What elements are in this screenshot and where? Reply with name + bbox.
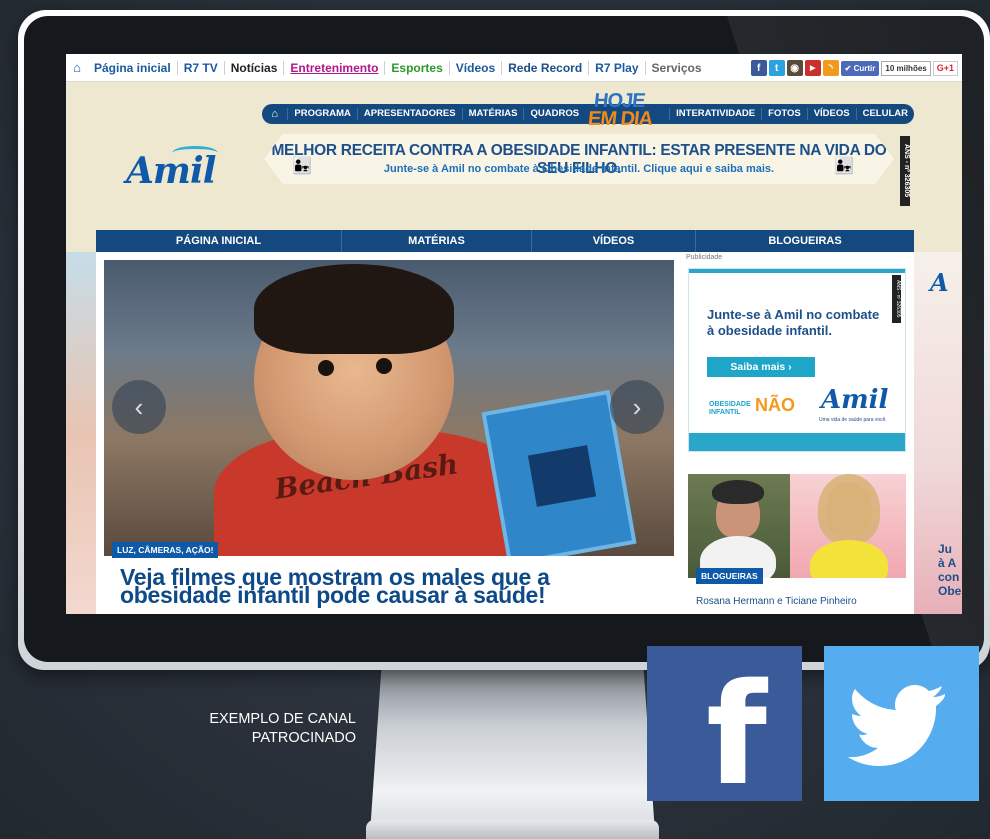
google-plus-button[interactable]: G+1 <box>932 60 958 76</box>
nav-videos[interactable]: Vídeos <box>450 60 503 75</box>
program-nav-item[interactable]: VÍDEOS <box>806 108 856 120</box>
facebook-icon[interactable]: f <box>750 60 767 76</box>
nav-entretenimento[interactable]: Entretenimento <box>284 60 386 75</box>
featured-headline[interactable]: Veja filmes que mostram os males que a o… <box>120 566 660 607</box>
right-edge-logo-fragment: A <box>930 268 949 297</box>
person-hair <box>818 474 880 544</box>
program-nav-item[interactable]: APRESENTADORES <box>356 108 462 120</box>
program-nav-item[interactable]: QUADROS <box>523 108 585 120</box>
twitter-icon[interactable]: t <box>768 60 785 76</box>
like-button[interactable]: ✔ Curtir <box>840 60 880 76</box>
bloggers-names[interactable]: Rosana Hermann e Ticiane Pinheiro <box>696 596 857 607</box>
ad-headline: Junte-se à Amil no combate à obesidade i… <box>707 307 880 338</box>
amil-logo-text: Amil <box>126 150 216 192</box>
amil-ad[interactable]: ANS - nº 326305 Junte-se à Amil no comba… <box>688 268 906 452</box>
slide-caption: EXEMPLO DE CANAL PATROCINADO <box>209 711 356 746</box>
social-links: f t ◉ ▶ ◝ ✔ Curtir 10 milhões G+1 <box>750 60 958 76</box>
nav-noticias[interactable]: Notícias <box>225 60 285 75</box>
program-nav-item[interactable]: INTERATIVIDADE <box>669 108 761 120</box>
program-nav-item[interactable]: FOTOS <box>761 108 807 120</box>
banner-subtext: Junte-se à Amil no combate à Obesidade I… <box>383 163 775 175</box>
monitor-stand-base <box>366 820 659 839</box>
logo-line-2: EM DIA <box>586 108 654 130</box>
nav-r7-play[interactable]: R7 Play <box>589 60 646 75</box>
family-icon: 👨‍👧 <box>834 158 854 175</box>
ad-nao: NÃO <box>755 395 795 415</box>
twitter-icon[interactable] <box>824 646 979 801</box>
amil-logo[interactable]: Amil <box>126 146 236 192</box>
like-button-label: Curtir <box>853 63 876 73</box>
ad-top-stripe <box>689 269 905 273</box>
right-edge-text-fragment: Ju à A con Obe <box>938 542 962 598</box>
nav-pagina-inicial[interactable]: Página inicial <box>88 60 178 75</box>
sponsor-banner[interactable]: 👨‍👧 MELHOR RECEITA CONTRA A OBESIDADE IN… <box>264 134 894 184</box>
nav-servicos[interactable]: Serviços <box>646 61 708 75</box>
nav-esportes[interactable]: Esportes <box>385 60 450 75</box>
featured-slider-image[interactable]: Beach Bash ‹ › <box>104 260 674 556</box>
nav-rede-record[interactable]: Rede Record <box>502 60 590 75</box>
blogger-photo-1[interactable] <box>688 474 790 578</box>
person-hair <box>712 480 764 504</box>
ad-tagline: Uma vida de saúde para você. <box>819 417 887 423</box>
hoje-em-dia-logo[interactable]: HOJE EM DIA <box>586 90 674 134</box>
main-nav-materias[interactable]: MATÉRIAS <box>342 230 532 252</box>
ad-bottom-stripe <box>689 433 905 451</box>
eye-shape <box>376 358 392 374</box>
facebook-glyph: f <box>706 654 767 802</box>
like-count: 10 milhões <box>881 60 931 76</box>
chevron-left-icon[interactable]: ‹ <box>112 380 166 434</box>
main-nav-pagina-inicial[interactable]: PÁGINA INICIAL <box>96 230 342 252</box>
main-nav: PÁGINA INICIAL MATÉRIAS VÍDEOS BLOGUEIRA… <box>96 230 914 252</box>
ad-amil-logo: Amil <box>821 385 889 415</box>
home-icon[interactable]: ⌂ <box>66 60 88 75</box>
youtube-icon[interactable]: ▶ <box>804 60 821 76</box>
program-nav-item[interactable]: PROGRAMA <box>287 108 356 120</box>
child-hair <box>254 264 454 354</box>
main-nav-videos[interactable]: VÍDEOS <box>532 230 696 252</box>
home-icon[interactable]: ⌂ <box>262 108 287 120</box>
content-area: Beach Bash ‹ › LUZ, CÂMERAS, AÇÃO! Veja … <box>96 252 914 614</box>
r7-top-nav: ⌂ Página inicial R7 TV Notícias Entreten… <box>66 54 962 82</box>
ad-label: Publicidade <box>686 254 723 261</box>
monitor-stand-neck <box>370 668 655 833</box>
rss-icon[interactable]: ◝ <box>822 60 839 76</box>
blue-box-window <box>527 445 597 507</box>
facebook-icon[interactable]: f <box>647 646 802 801</box>
ans-registration: ANS - nº 326305 <box>900 136 910 206</box>
blogger-photo-2[interactable] <box>790 474 906 578</box>
bloggers-tag[interactable]: BLOGUEIRAS <box>696 568 763 584</box>
left-side-background <box>66 252 96 614</box>
program-nav-item[interactable]: CELULAR <box>855 108 914 120</box>
ad-obesidade-label: OBESIDADE INFANTIL <box>709 401 751 416</box>
website-screenshot: ⌂ Página inicial R7 TV Notícias Entreten… <box>66 54 962 614</box>
eye-shape <box>318 360 334 376</box>
saiba-mais-button[interactable]: Saiba mais › <box>707 357 815 377</box>
instagram-icon[interactable]: ◉ <box>786 60 803 76</box>
person-body <box>810 540 888 578</box>
nav-r7-tv[interactable]: R7 TV <box>178 60 225 75</box>
chevron-right-icon[interactable]: › <box>610 380 664 434</box>
main-nav-blogueiras[interactable]: BLOGUEIRAS <box>696 230 914 252</box>
featured-tag[interactable]: LUZ, CÂMERAS, AÇÃO! <box>112 542 219 558</box>
program-nav-item[interactable]: MATÉRIAS <box>461 108 524 120</box>
ad-ans: ANS - nº 326305 <box>892 275 901 323</box>
right-side-background: A Ju à A con Obe <box>914 252 962 614</box>
twitter-bird-glyph <box>848 685 945 766</box>
